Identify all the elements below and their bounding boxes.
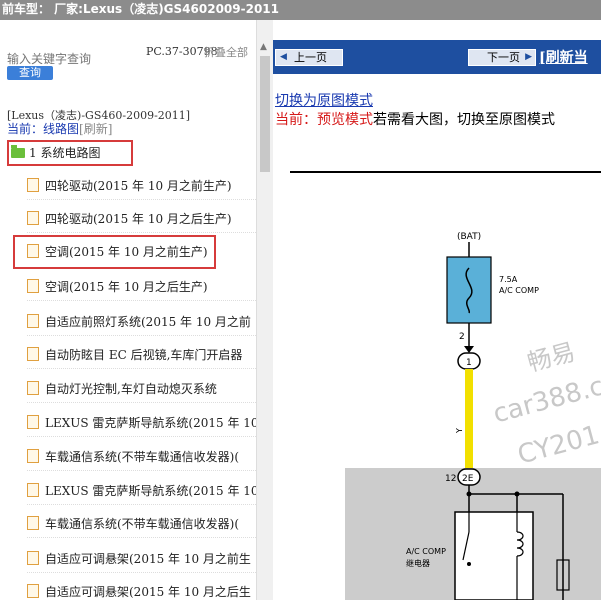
relay-box <box>454 511 534 600</box>
tree-item-label: 自动防眩目 EC 后视镜,车库门开启器 <box>45 348 243 362</box>
tree-item[interactable]: 四轮驱动(2015 年 10 月之前生产) <box>27 172 256 200</box>
tree-root-folder[interactable]: 1 系统电路图 <box>7 140 133 166</box>
tree-item-selected[interactable]: 空调(2015 年 10 月之前生产) <box>13 235 216 269</box>
tree-item[interactable]: 四轮驱动(2015 年 10 月之后生产) <box>27 205 256 233</box>
document-icon <box>27 584 39 598</box>
watermark-3: CY201 <box>515 420 601 471</box>
tree-item-label: 自动灯光控制,车灯自动熄灭系统 <box>45 382 217 396</box>
search-button[interactable]: 查询 <box>7 66 53 80</box>
tree-item[interactable]: LEXUS 雷克萨斯导航系统(2015 年 10 <box>27 477 256 505</box>
next-page-button[interactable]: 下一页 <box>468 49 536 66</box>
wire-color-label: Y <box>455 428 464 434</box>
car-model-header: 前车型： 厂家:Lexus（凌志)GS4602009-2011 <box>0 0 601 20</box>
nav-scrollbar[interactable]: ▲ <box>256 20 273 600</box>
tree-item-label: 空调(2015 年 10 月之后生产) <box>45 280 208 294</box>
document-icon <box>27 415 39 429</box>
diagram-viewer: 上一页 下一页 [刷新当 切换为原图模式 当前：预览模式若需看大图，切换至原图模… <box>273 20 601 600</box>
pin-label-12: 12 <box>445 474 456 484</box>
tree-item[interactable]: 自适应前照灯系统(2015 年 10 月之前 <box>27 308 256 336</box>
watermark-1: 畅易 <box>524 338 578 377</box>
scroll-thumb[interactable] <box>260 56 270 172</box>
mode-name: 预览模式 <box>317 112 373 128</box>
connector-1-label: 1 <box>466 358 472 368</box>
document-icon <box>27 244 39 258</box>
refresh-link[interactable]: [刷新] <box>79 122 112 136</box>
tree-item-label: 空调(2015 年 10 月之前生产) <box>45 245 208 259</box>
document-icon <box>27 347 39 361</box>
tree-item-label: 四轮驱动(2015 年 10 月之前生产) <box>45 179 232 193</box>
document-icon <box>27 516 39 530</box>
tree-item[interactable]: 自适应可调悬架(2015 年 10 月之后生 <box>27 578 256 600</box>
fuse-box <box>446 256 492 324</box>
tree-item-label: 自适应可调悬架(2015 年 10 月之后生 <box>45 585 251 599</box>
current-link[interactable]: 线路图 <box>43 122 79 136</box>
document-icon <box>27 381 39 395</box>
folder-open-icon <box>11 145 25 158</box>
bat-label: (BAT) <box>457 232 481 242</box>
tree-item[interactable]: 自动灯光控制,车灯自动熄灭系统 <box>27 375 256 403</box>
viewer-nav-bar: 上一页 下一页 [刷新当 <box>273 40 601 74</box>
tree-root-label: 1 系统电路图 <box>29 146 101 160</box>
connector-2e-label: 2E <box>462 474 474 484</box>
tree-item-label: 四轮驱动(2015 年 10 月之后生产) <box>45 212 232 226</box>
fuse-rating: 7.5A <box>499 275 518 284</box>
connector-arrow-icon <box>464 346 474 353</box>
mode-prefix: 当前： <box>275 112 317 128</box>
mode-status: 当前：预览模式若需看大图，切换至原图模式 <box>275 109 555 129</box>
viewer-refresh-link[interactable]: [刷新当 <box>539 47 588 67</box>
tree-item-label: LEXUS 雷克萨斯导航系统(2015 年 10 <box>45 484 256 498</box>
tree-item[interactable]: 车载通信系统(不带车载通信收发器)( <box>27 443 256 471</box>
tree-item[interactable]: 自适应可调悬架(2015 年 10 月之前生 <box>27 545 256 573</box>
current-label: 当前： <box>7 122 44 136</box>
switch-contact <box>467 562 471 566</box>
tree-item-label: 车载通信系统(不带车载通信收发器)( <box>45 450 240 464</box>
wiring-diagram: (BAT) 7.5A A/C COMP 2 1 Y 2E 12 A/C COMP… <box>290 171 601 600</box>
tree-item[interactable]: 自动防眩目 EC 后视镜,车库门开启器 <box>27 341 256 369</box>
document-icon <box>27 314 39 328</box>
tree-item-label: 自适应可调悬架(2015 年 10 月之前生 <box>45 552 251 566</box>
tree-item-label: LEXUS 雷克萨斯导航系统(2015 年 10 <box>45 416 256 430</box>
fuse-name: A/C COMP <box>499 286 539 295</box>
navigation-panel: 查询 PC.37-30798 折叠全部 [Lexus（凌志)-GS460-200… <box>0 20 256 600</box>
document-icon <box>27 211 39 225</box>
prev-page-button[interactable]: 上一页 <box>275 49 343 66</box>
tree-item[interactable]: 车载通信系统(不带车载通信收发器)( <box>27 510 256 538</box>
current-location: 当前：线路图[刷新] <box>7 120 112 137</box>
document-icon <box>27 178 39 192</box>
relay-name-2: 继电器 <box>406 558 430 568</box>
watermark-2: car388.c <box>490 371 601 429</box>
tree-item[interactable]: 空调(2015 年 10 月之后生产) <box>27 273 256 301</box>
document-icon <box>27 483 39 497</box>
mode-hint: 若需看大图，切换至原图模式 <box>373 112 555 128</box>
pin-label-top: 2 <box>459 332 465 342</box>
document-icon <box>27 551 39 565</box>
tree-item-label: 自适应前照灯系统(2015 年 10 月之前 <box>45 315 251 329</box>
collapse-all-button[interactable]: 折叠全部 <box>204 47 248 59</box>
scroll-up-arrow-icon[interactable]: ▲ <box>260 42 267 52</box>
document-icon <box>27 449 39 463</box>
tree-item[interactable]: LEXUS 雷克萨斯导航系统(2015 年 10 <box>27 409 256 437</box>
document-icon <box>27 279 39 293</box>
relay-name-1: A/C COMP <box>406 547 446 556</box>
original-mode-link[interactable]: 切换为原图模式 <box>275 90 373 110</box>
tree-item-label: 车载通信系统(不带车载通信收发器)( <box>45 517 240 531</box>
